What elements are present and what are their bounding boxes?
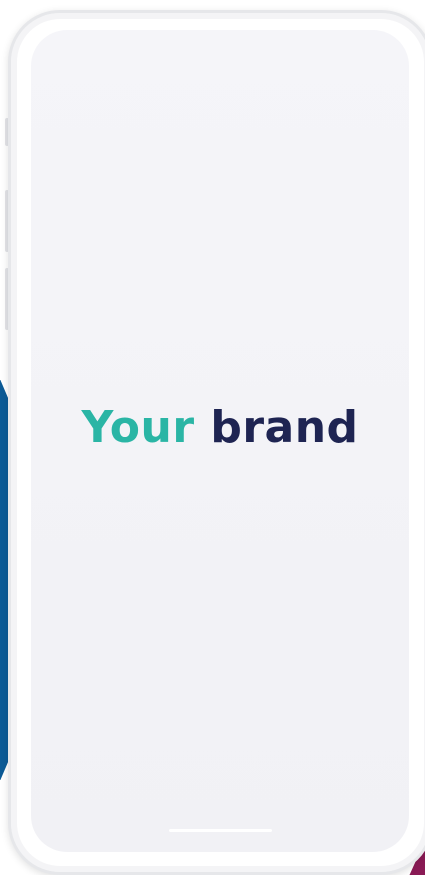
stage: Your brand (0, 0, 425, 875)
splash-screen: Your brand (31, 30, 409, 852)
brand-logo: Your brand (31, 402, 409, 453)
brand-logo-word-secondary: brand (210, 402, 359, 453)
home-indicator[interactable] (169, 829, 272, 832)
brand-logo-word-primary: Your (81, 402, 195, 453)
